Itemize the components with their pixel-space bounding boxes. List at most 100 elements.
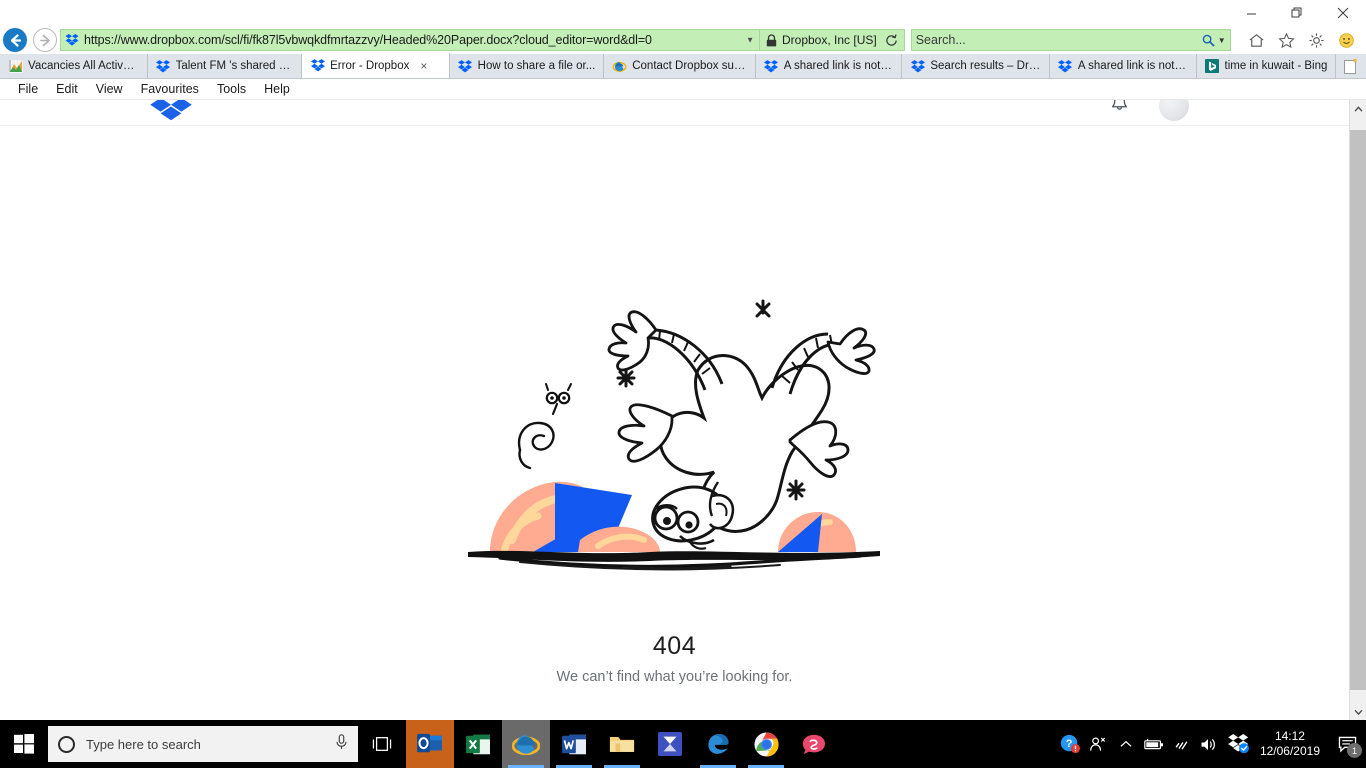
cortana-icon bbox=[58, 735, 75, 753]
dropbox-icon bbox=[156, 59, 171, 73]
taskbar-app-excel[interactable] bbox=[454, 720, 502, 768]
close-button[interactable] bbox=[1320, 0, 1366, 26]
star-icon[interactable] bbox=[1276, 30, 1296, 50]
search-controls: ▼ bbox=[1202, 34, 1226, 47]
menu-edit[interactable]: Edit bbox=[48, 80, 86, 98]
lock-icon bbox=[766, 33, 777, 46]
tab-search-results-dropbox[interactable]: Search results – Drop... bbox=[902, 54, 1050, 78]
search-dropdown-icon[interactable]: ▼ bbox=[1218, 36, 1226, 45]
help-icon[interactable]: ? bbox=[1056, 720, 1084, 768]
start-button[interactable] bbox=[0, 720, 48, 768]
chart-icon bbox=[8, 59, 23, 73]
address-bar-row: https://www.dropbox.com/scl/fi/fk87l5vbw… bbox=[0, 26, 1366, 54]
menu-file[interactable]: File bbox=[10, 80, 46, 98]
new-tab-button[interactable] bbox=[1336, 54, 1366, 78]
dropbox-icon bbox=[458, 59, 473, 73]
people-icon[interactable] bbox=[1084, 720, 1112, 768]
avatar[interactable] bbox=[1159, 100, 1189, 121]
taskbar-search-input[interactable]: Type here to search bbox=[48, 726, 358, 762]
dropbox-icon bbox=[764, 59, 779, 73]
taskbar-app-word[interactable] bbox=[550, 720, 598, 768]
error-code: 404 bbox=[652, 632, 697, 660]
menu-bar: File Edit View Favourites Tools Help bbox=[0, 79, 1366, 100]
taskbar-app-outlook[interactable] bbox=[406, 720, 454, 768]
action-center-button[interactable]: 1 bbox=[1330, 720, 1364, 768]
notifications-bell-icon[interactable] bbox=[1110, 100, 1129, 119]
system-tray: ? 14:12 12/06/2019 1 bbox=[1056, 720, 1366, 768]
dropbox-icon bbox=[310, 59, 325, 73]
minimize-button[interactable] bbox=[1228, 0, 1274, 26]
taskbar: Type here to search ? 14:12 12/06/2019 1 bbox=[0, 720, 1366, 768]
volume-icon[interactable] bbox=[1196, 720, 1224, 768]
tab-talent-fm-shared[interactable]: Talent FM 's shared w... bbox=[147, 54, 303, 78]
tab-close-icon[interactable]: × bbox=[420, 59, 427, 73]
smiley-icon[interactable] bbox=[1336, 30, 1356, 50]
wifi-icon[interactable] bbox=[1168, 720, 1196, 768]
tab-label: A shared link is not w... bbox=[1077, 60, 1189, 72]
gear-icon[interactable] bbox=[1306, 30, 1326, 50]
notifications-badge: 1 bbox=[1347, 743, 1362, 758]
tab-error-dropbox[interactable]: Error - Dropbox × bbox=[302, 53, 450, 78]
menu-favourites[interactable]: Favourites bbox=[133, 80, 207, 98]
tab-shared-link-not-working-2[interactable]: A shared link is not w... bbox=[1049, 54, 1197, 78]
restore-button[interactable] bbox=[1274, 0, 1320, 26]
forward-arrow-icon bbox=[33, 28, 57, 52]
tab-label: time in kuwait - Bing bbox=[1224, 60, 1328, 72]
chevron-up-icon[interactable] bbox=[1112, 720, 1140, 768]
back-arrow-icon bbox=[3, 28, 27, 52]
scroll-up-icon[interactable] bbox=[1350, 100, 1366, 117]
tab-label: Search results – Drop... bbox=[930, 60, 1042, 72]
page-scrollbar[interactable] bbox=[1349, 100, 1366, 720]
site-header bbox=[0, 100, 1349, 126]
tab-label: Talent FM 's shared w... bbox=[175, 60, 295, 72]
header-actions bbox=[1110, 100, 1189, 121]
tab-how-to-share[interactable]: How to share a file or... bbox=[449, 54, 605, 78]
taskbar-app-scanner[interactable] bbox=[646, 720, 694, 768]
url-input[interactable]: https://www.dropbox.com/scl/fi/fk87l5vbw… bbox=[60, 29, 760, 51]
tab-vacancies[interactable]: Vacancies All Active ... bbox=[0, 54, 148, 78]
back-button[interactable] bbox=[0, 26, 30, 54]
taskbar-app-edge[interactable] bbox=[694, 720, 742, 768]
ie-icon bbox=[612, 59, 627, 73]
menu-view[interactable]: View bbox=[88, 80, 131, 98]
menu-tools[interactable]: Tools bbox=[209, 80, 254, 98]
windows-icon bbox=[14, 734, 34, 754]
taskbar-app-file-explorer[interactable] bbox=[598, 720, 646, 768]
tab-time-in-kuwait-bing[interactable]: time in kuwait - Bing bbox=[1196, 54, 1337, 78]
battery-icon[interactable] bbox=[1140, 720, 1168, 768]
forward-button[interactable] bbox=[30, 26, 60, 54]
task-view-icon bbox=[372, 737, 392, 751]
refresh-icon[interactable] bbox=[885, 33, 898, 47]
new-tab-icon bbox=[1344, 58, 1357, 74]
scanner-icon bbox=[658, 732, 682, 756]
dropbox-tray-icon[interactable] bbox=[1224, 720, 1254, 768]
taskbar-clock[interactable]: 14:12 12/06/2019 bbox=[1254, 729, 1330, 759]
internet-explorer-icon bbox=[512, 735, 540, 756]
word-icon bbox=[562, 734, 586, 754]
home-icon[interactable] bbox=[1246, 30, 1266, 50]
security-identity: Dropbox, Inc [US] bbox=[760, 29, 905, 51]
menu-help[interactable]: Help bbox=[256, 80, 298, 98]
microphone-icon[interactable] bbox=[335, 733, 348, 755]
scroll-down-icon[interactable] bbox=[1350, 703, 1366, 720]
scrollbar-thumb[interactable] bbox=[1350, 130, 1366, 690]
clock-date: 12/06/2019 bbox=[1259, 744, 1320, 758]
taskbar-app-internet-explorer[interactable] bbox=[502, 720, 550, 768]
dropbox-favicon-icon bbox=[65, 34, 79, 46]
bing-icon bbox=[1205, 59, 1220, 73]
tab-label: A shared link is not w... bbox=[783, 60, 895, 72]
tab-shared-link-not-working-1[interactable]: A shared link is not w... bbox=[755, 54, 903, 78]
tab-label: Contact Dropbox sup... bbox=[632, 60, 748, 72]
tab-contact-dropbox-support[interactable]: Contact Dropbox sup... bbox=[604, 54, 756, 78]
search-placeholder-text: Search... bbox=[915, 33, 966, 47]
task-view-button[interactable] bbox=[358, 720, 406, 768]
url-dropdown-icon[interactable]: ▼ bbox=[746, 36, 754, 45]
taskbar-app-sage[interactable] bbox=[790, 720, 838, 768]
url-text: https://www.dropbox.com/scl/fi/fk87l5vbw… bbox=[84, 33, 652, 47]
search-input[interactable]: Search... ▼ bbox=[910, 29, 1231, 51]
edge-icon bbox=[708, 733, 729, 754]
search-icon[interactable] bbox=[1202, 34, 1215, 47]
tab-label: Error - Dropbox bbox=[330, 59, 410, 72]
dropbox-logo[interactable] bbox=[150, 100, 192, 127]
taskbar-app-chrome[interactable] bbox=[742, 720, 790, 768]
